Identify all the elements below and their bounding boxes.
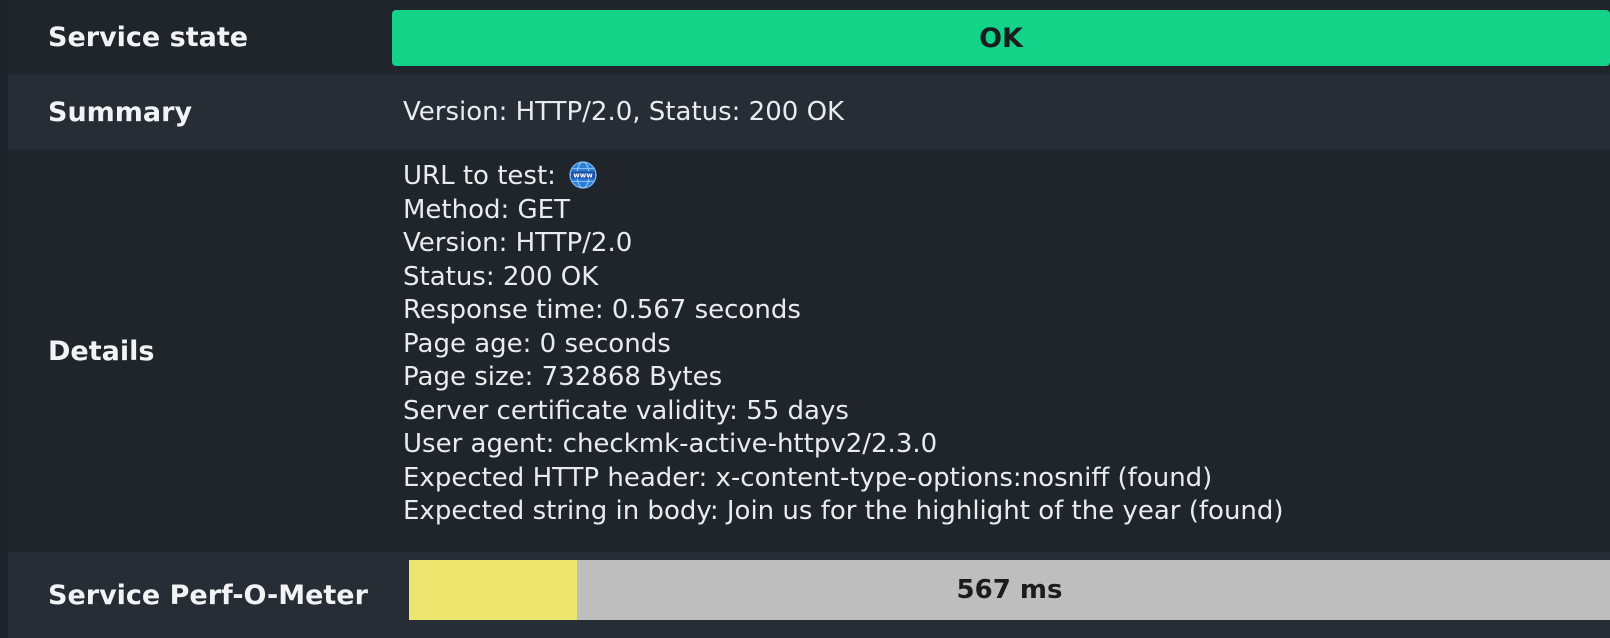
svg-text:www: www [573, 172, 593, 180]
details-line: Status: 200 OK [403, 261, 599, 292]
perf-o-meter-text: 567 ms [956, 575, 1063, 605]
service-state-label: Service state [48, 21, 249, 53]
service-state-row: Service state OK [8, 0, 1610, 74]
service-state-value-cell: OK [388, 0, 1610, 74]
service-state-badge: OK [392, 10, 1610, 66]
details-line: Version: HTTP/2.0 [403, 228, 633, 258]
details-line: Page age: 0 seconds [403, 328, 671, 359]
perf-o-meter-value-cell: 567 ms [388, 552, 1610, 638]
perf-o-meter-row: Service Perf-O-Meter 567 ms [8, 552, 1610, 638]
details-value-cell: URL to test: www Method: GET Version: HT… [388, 150, 1610, 552]
details-url-line: URL to test: www [403, 160, 1284, 194]
globe-www-icon[interactable]: www [568, 160, 598, 190]
summary-row: Summary Version: HTTP/2.0, Status: 200 O… [8, 74, 1610, 150]
perf-o-meter-label: Service Perf-O-Meter [48, 579, 368, 611]
details-row: Details URL to test: www Method: GET Ver… [8, 150, 1610, 552]
details-label: Details [48, 335, 155, 367]
details-line: User agent: checkmk-active-httpv2/2.3.0 [403, 429, 938, 459]
details-line: Response time: 0.567 seconds [403, 295, 801, 325]
details-list: URL to test: www Method: GET Version: HT… [403, 160, 1284, 529]
details-line: Page size: 732868 Bytes [403, 362, 723, 392]
details-line: Server certificate validity: 55 days [403, 395, 849, 426]
summary-text: Version: HTTP/2.0, Status: 200 OK [403, 97, 845, 127]
perf-o-meter-bar[interactable]: 567 ms [409, 560, 1610, 620]
summary-value-cell: Version: HTTP/2.0, Status: 200 OK [388, 74, 1610, 150]
url-to-test-label: URL to test: [403, 161, 556, 191]
details-line: Expected HTTP header: x-content-type-opt… [403, 462, 1213, 493]
details-line: Expected string in body: Join us for the… [403, 496, 1284, 526]
details-line: Method: GET [403, 194, 570, 225]
service-details-table: Service state OK Summary Version: HTTP/2… [8, 0, 1610, 638]
summary-label: Summary [48, 96, 193, 128]
